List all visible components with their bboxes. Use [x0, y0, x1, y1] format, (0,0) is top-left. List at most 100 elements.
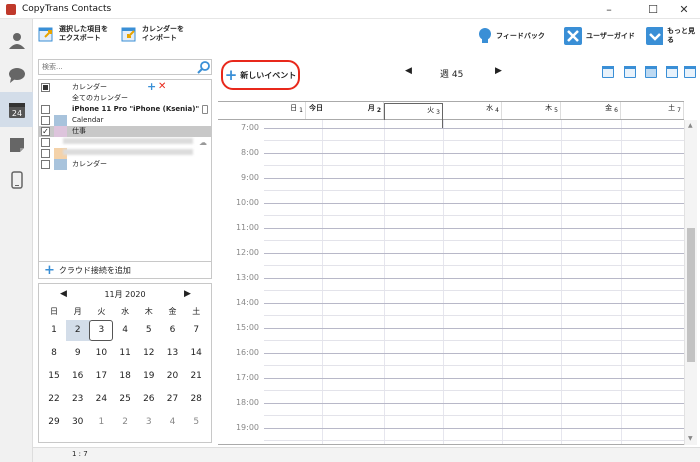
day-cell[interactable]: 5 [184, 412, 208, 433]
calendar-checkbox[interactable] [41, 149, 50, 158]
day-cell[interactable]: 26 [137, 389, 161, 410]
day-cell[interactable]: 2 [65, 320, 90, 341]
user-guide-button[interactable]: ユーザーガイド [564, 27, 635, 45]
sidebar-item-notes[interactable] [0, 127, 33, 162]
day-cell[interactable]: 25 [113, 389, 137, 410]
sidebar-item-device[interactable] [0, 162, 33, 197]
export-button[interactable]: 選択した項目を エクスポート [37, 25, 108, 43]
time-label: 12:00 [235, 248, 259, 257]
day-cell[interactable]: 10 [89, 343, 113, 364]
view-workweek-icon[interactable] [666, 66, 678, 78]
view-week-icon[interactable] [645, 66, 657, 78]
search-input[interactable] [39, 60, 189, 74]
close-button[interactable]: ✕ [673, 2, 695, 17]
day-cell[interactable]: 22 [42, 389, 66, 410]
calendar-row[interactable]: iPhone 11 Pro "iPhone (Ksenia)" [39, 104, 211, 115]
time-label: 14:00 [235, 298, 259, 307]
day-cell[interactable]: 19 [137, 366, 161, 387]
calendar-row[interactable] [39, 148, 211, 159]
user-guide-label: ユーザーガイド [586, 31, 635, 40]
day-cell[interactable]: 16 [66, 366, 90, 387]
calendar-checkbox[interactable] [41, 83, 50, 92]
delete-calendar-icon[interactable]: ✕ [158, 81, 166, 92]
day-header-cell[interactable]: 水4 [443, 102, 502, 119]
calendar-checkbox[interactable] [41, 116, 50, 125]
day-cell[interactable]: 24 [89, 389, 113, 410]
day-header-cell[interactable]: 木5 [502, 102, 561, 119]
plus-icon: + [44, 262, 55, 278]
calendar-row[interactable]: ✓ 仕事 [39, 126, 211, 137]
calendar-checkbox[interactable] [41, 105, 50, 114]
day-cell[interactable]: 15 [42, 366, 66, 387]
day-cell[interactable]: 8 [42, 343, 66, 364]
day-cell[interactable]: 1 [89, 412, 113, 433]
sidebar-item-contacts[interactable] [0, 22, 33, 57]
day-cell[interactable]: 11 [113, 343, 137, 364]
day-cell[interactable]: 28 [184, 389, 208, 410]
day-header-cell[interactable]: 今日 [306, 102, 330, 119]
day-cell[interactable]: 7 [184, 320, 208, 341]
view-month-icon[interactable] [624, 66, 636, 78]
day-cell[interactable]: 18 [113, 366, 137, 387]
day-cell[interactable]: 23 [66, 389, 90, 410]
day-header-cell[interactable]: 日1 [264, 102, 306, 119]
minimize-button[interactable]: – [598, 2, 620, 17]
week-navigator: ◀ 週 45 ▶ [400, 66, 510, 80]
day-cell[interactable]: 20 [161, 366, 185, 387]
calendar-row[interactable]: ☁ [39, 137, 211, 148]
calendar-row[interactable]: Calendar [39, 115, 211, 126]
hour-line [264, 278, 684, 279]
calendar-row[interactable]: 全てのカレンダー [39, 93, 211, 104]
half-hour-line [264, 440, 684, 441]
add-cloud-button[interactable]: + クラウド接続を追加 [38, 262, 212, 279]
import-button[interactable]: カレンダーを インポート [120, 25, 184, 43]
day-cell[interactable]: 9 [66, 343, 90, 364]
calendar-checkbox[interactable] [41, 160, 50, 169]
sidebar-item-messages[interactable] [0, 57, 33, 92]
day-cell[interactable]: 5 [137, 320, 161, 341]
vertical-scrollbar[interactable]: ▲ ▼ [684, 120, 697, 445]
maximize-button[interactable]: ☐ [642, 2, 664, 17]
calendar-row[interactable]: カレンダー [39, 159, 211, 170]
day-cell[interactable]: 1 [42, 320, 66, 341]
day-number: 7 [677, 107, 681, 115]
view-day-icon[interactable] [684, 66, 696, 78]
next-week-button[interactable]: ▶ [495, 66, 502, 76]
day-cell[interactable]: 21 [184, 366, 208, 387]
week-grid[interactable]: 7:00 8:00 9:00 10:00 11:00 12:00 13:00 14:00 15:… [218, 120, 684, 445]
prev-week-button[interactable]: ◀ [405, 66, 412, 76]
calendar-checkbox[interactable] [41, 138, 50, 147]
feedback-button[interactable]: フィードバック [478, 27, 545, 45]
day-cell[interactable]: 30 [66, 412, 90, 433]
day-cell[interactable]: 3 [137, 412, 161, 433]
search-icon[interactable] [197, 61, 210, 74]
day-cell[interactable]: 4 [161, 412, 185, 433]
day-header-cell[interactable]: 金6 [561, 102, 621, 119]
day-cell[interactable]: 13 [161, 343, 185, 364]
day-cell[interactable]: 2 [113, 412, 137, 433]
calendar-row[interactable]: カレンダー + ✕ [39, 81, 211, 93]
time-label: 17:00 [235, 373, 259, 382]
new-event-button[interactable]: + 新しいイベント [221, 60, 300, 90]
day-cell[interactable]: 6 [161, 320, 185, 341]
add-calendar-icon[interactable]: + [147, 81, 156, 92]
day-cell[interactable]: 29 [42, 412, 66, 433]
hour-line [264, 228, 684, 229]
calendar-label: 仕事 [72, 127, 86, 135]
day-cell[interactable]: 17 [89, 366, 113, 387]
scroll-down-icon[interactable]: ▼ [688, 435, 693, 442]
calendar-checkbox[interactable]: ✓ [41, 127, 50, 136]
day-header-cell[interactable]: 土7 [621, 102, 684, 119]
sidebar-item-calendar[interactable]: 24 [0, 92, 33, 127]
scroll-up-icon[interactable]: ▲ [688, 122, 693, 129]
day-header-cell[interactable]: 月2 [330, 102, 384, 119]
day-cell[interactable]: 14 [184, 343, 208, 364]
scrollbar-thumb[interactable] [687, 228, 695, 362]
day-cell[interactable]: 4 [113, 320, 137, 341]
more-button[interactable]: もっと見る [646, 27, 700, 45]
day-cell[interactable]: 27 [161, 389, 185, 410]
day-cell[interactable]: 3 [89, 320, 114, 341]
next-month-button[interactable]: ▶ [184, 289, 191, 299]
view-year-icon[interactable] [602, 66, 614, 78]
day-cell[interactable]: 12 [137, 343, 161, 364]
